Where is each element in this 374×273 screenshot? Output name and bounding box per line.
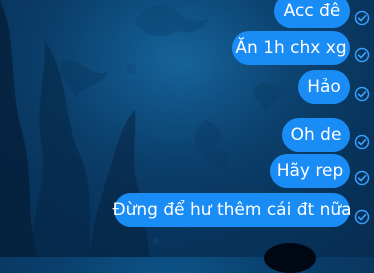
message-text-1: Acc đê [283,0,341,21]
message-bubble-1[interactable]: Acc đê [274,0,350,28]
message-text-2: Ăn 1h chx xg [235,37,347,58]
sent-check-icon [354,134,370,150]
message-text-6: Đừng để hư thêm cái đt nữa [112,199,352,220]
message-text-5: Hãy rep [276,160,344,181]
chat-thread: Acc đê Ăn 1h chx xg Hảo Oh de Hãy rep Đừ… [0,0,374,257]
message-bubble-2[interactable]: Ăn 1h chx xg [232,31,350,65]
message-bubble-5[interactable]: Hãy rep [270,154,350,188]
sent-check-icon [354,10,370,26]
message-text-4: Oh de [290,124,342,145]
sent-check-icon [354,170,370,186]
message-bubble-3[interactable]: Hảo [298,70,350,104]
message-bubble-4[interactable]: Oh de [282,118,350,152]
sent-check-icon [354,209,370,225]
sent-check-icon [354,47,370,63]
dark-overlay-shape [264,243,316,273]
sent-check-icon [354,86,370,102]
message-text-3: Hảo [307,76,341,97]
message-bubble-6[interactable]: Đừng để hư thêm cái đt nữa [112,193,352,227]
